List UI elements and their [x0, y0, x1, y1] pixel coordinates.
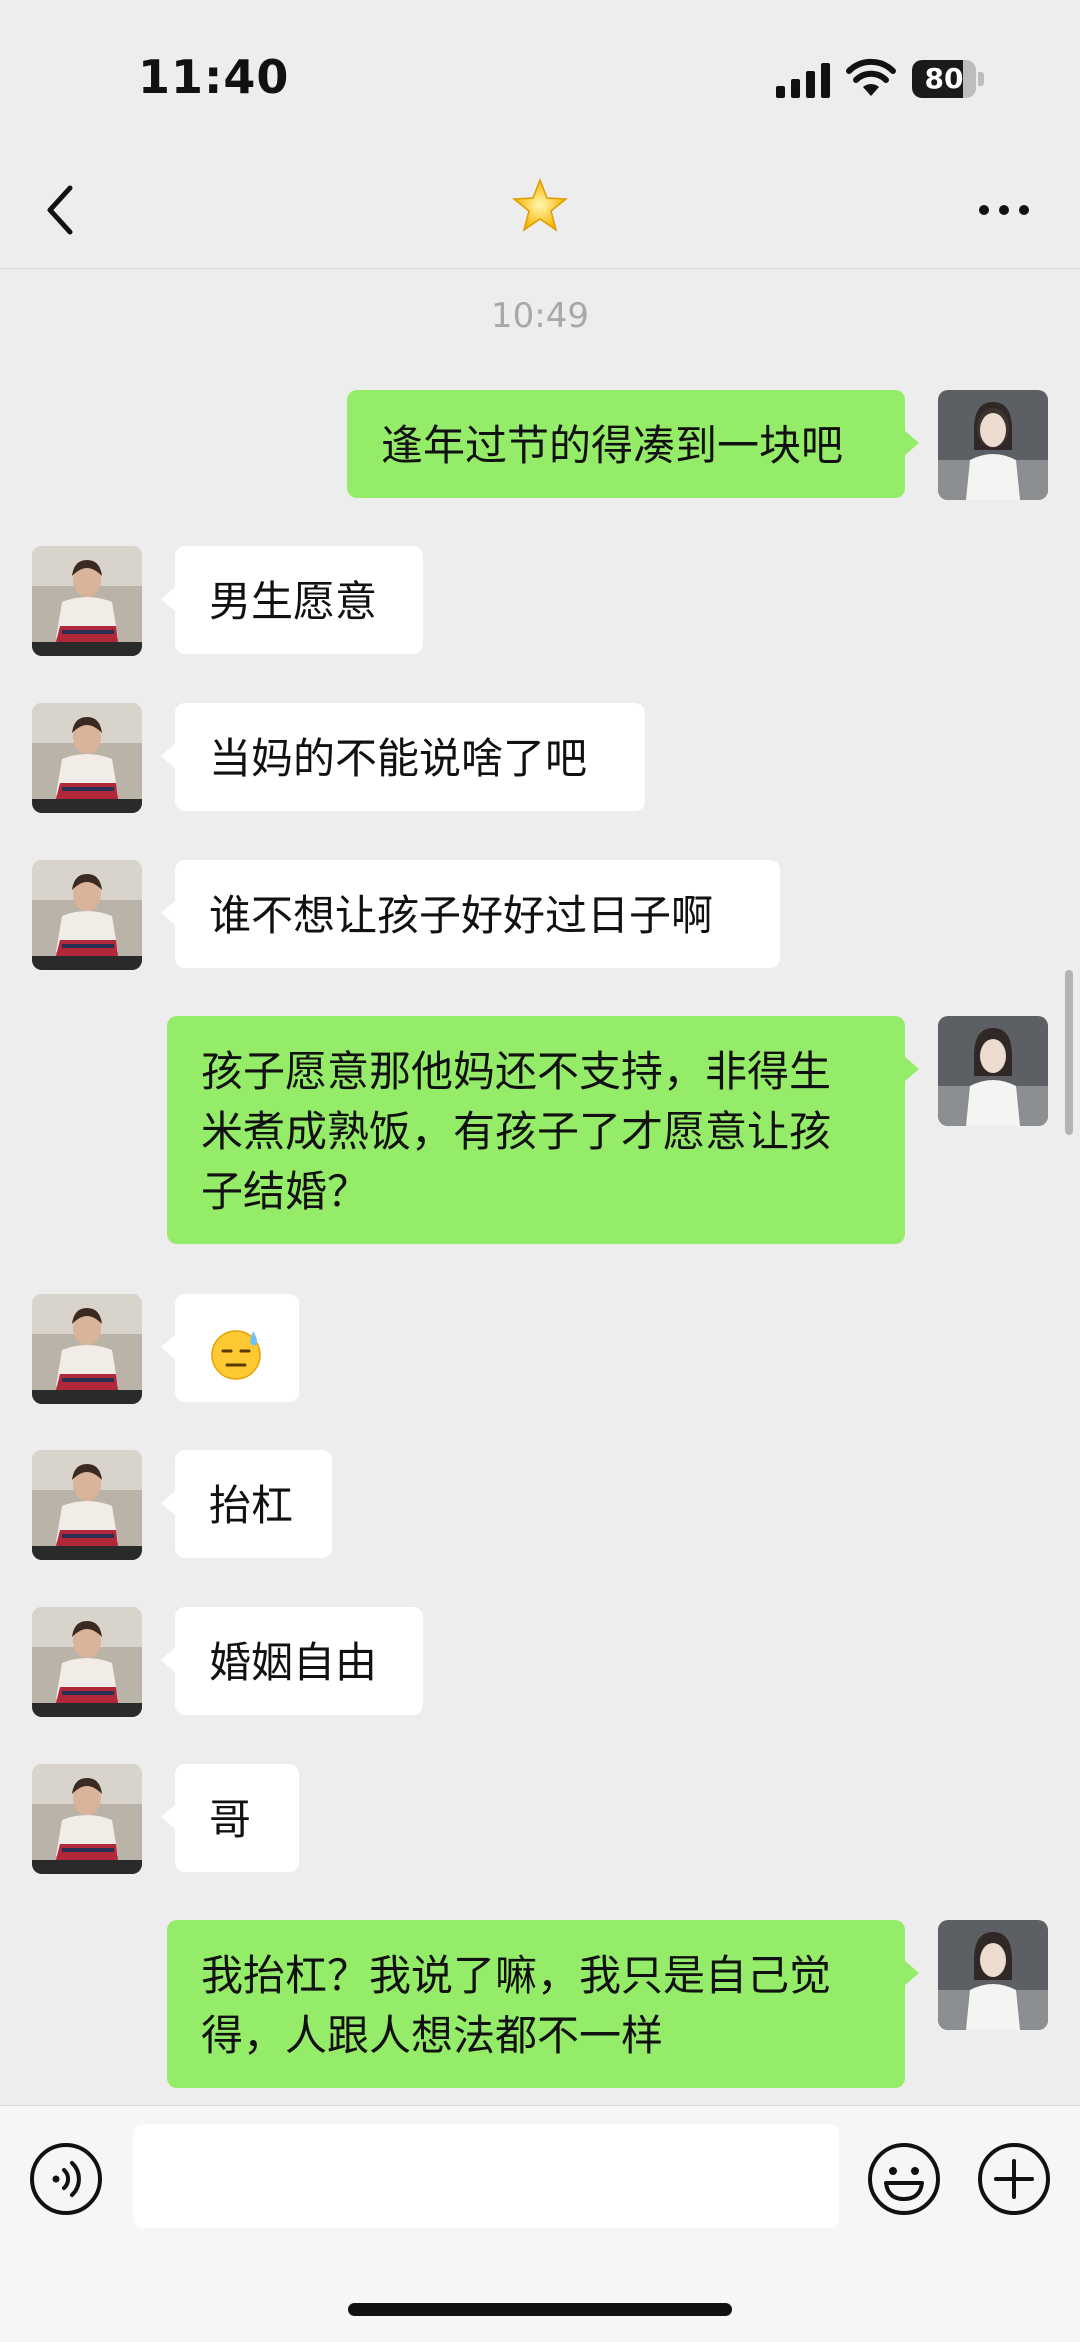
message-text: 逢年过节的得凑到一块吧: [381, 421, 844, 470]
message-text: 我抬杠？我说了嘛，我只是自己觉得，人跟人想法都不一样: [201, 1951, 832, 2060]
contact-avatar[interactable]: [32, 1764, 142, 1874]
received-message-bubble[interactable]: 抬杠: [161, 1450, 332, 1558]
received-message-bubble[interactable]: 男生愿意: [161, 546, 423, 654]
sent-message-bubble[interactable]: 我抬杠？我说了嘛，我只是自己觉得，人跟人想法都不一样: [167, 1920, 919, 2088]
chevron-left-icon[interactable]: [40, 180, 80, 240]
status-time: 11:40: [138, 50, 290, 104]
received-message-bubble[interactable]: 婚姻自由: [161, 1607, 423, 1715]
cellular-signal-icon: [776, 63, 830, 98]
chat-header: [0, 150, 1080, 269]
message-text: 婚姻自由: [209, 1638, 378, 1687]
battery-indicator: 80: [912, 60, 984, 100]
received-message-bubble[interactable]: 当妈的不能说啥了吧: [161, 703, 645, 811]
message-text: 当妈的不能说啥了吧: [209, 734, 588, 783]
battery-percent: 80: [924, 62, 964, 95]
scrollbar[interactable]: [1065, 970, 1073, 1135]
home-indicator[interactable]: [348, 2303, 732, 2316]
contact-avatar[interactable]: [32, 860, 142, 970]
voice-icon[interactable]: [28, 2141, 104, 2217]
contact-avatar[interactable]: [32, 1294, 142, 1404]
status-bar: 11:40 80: [0, 0, 1080, 150]
contact-avatar[interactable]: [32, 703, 142, 813]
sent-message-bubble[interactable]: 孩子愿意那他妈还不支持，非得生米煮成熟饭，有孩子了才愿意让孩子结婚？: [167, 1016, 919, 1244]
message-text: 孩子愿意那他妈还不支持，非得生米煮成熟饭，有孩子了才愿意让孩子结婚？: [201, 1047, 832, 1216]
own-avatar[interactable]: [938, 1920, 1048, 2030]
more-icon[interactable]: [976, 200, 1032, 220]
message-text: 男生愿意: [209, 577, 378, 626]
own-avatar[interactable]: [938, 390, 1048, 500]
received-message-bubble[interactable]: 谁不想让孩子好好过日子啊: [161, 860, 780, 968]
message-text: 谁不想让孩子好好过日子啊: [209, 891, 714, 940]
own-avatar[interactable]: [938, 1016, 1048, 1126]
received-message-bubble[interactable]: 哥: [161, 1764, 299, 1872]
received-message-bubble[interactable]: [161, 1294, 299, 1402]
wifi-icon: [846, 58, 896, 96]
sent-message-bubble[interactable]: 逢年过节的得凑到一块吧: [347, 390, 919, 498]
sweat-smile-emoji-icon: [211, 1329, 261, 1380]
message-text: 抬杠: [209, 1481, 294, 1530]
contact-avatar[interactable]: [32, 546, 142, 656]
message-timestamp: 10:49: [491, 296, 589, 336]
emoji-icon[interactable]: [866, 2141, 942, 2217]
message-text: 哥: [209, 1795, 252, 1844]
contact-avatar[interactable]: [32, 1450, 142, 1560]
message-input[interactable]: [133, 2124, 839, 2228]
plus-icon[interactable]: [976, 2141, 1052, 2217]
star-emoji-icon: [511, 177, 569, 232]
contact-avatar[interactable]: [32, 1607, 142, 1717]
